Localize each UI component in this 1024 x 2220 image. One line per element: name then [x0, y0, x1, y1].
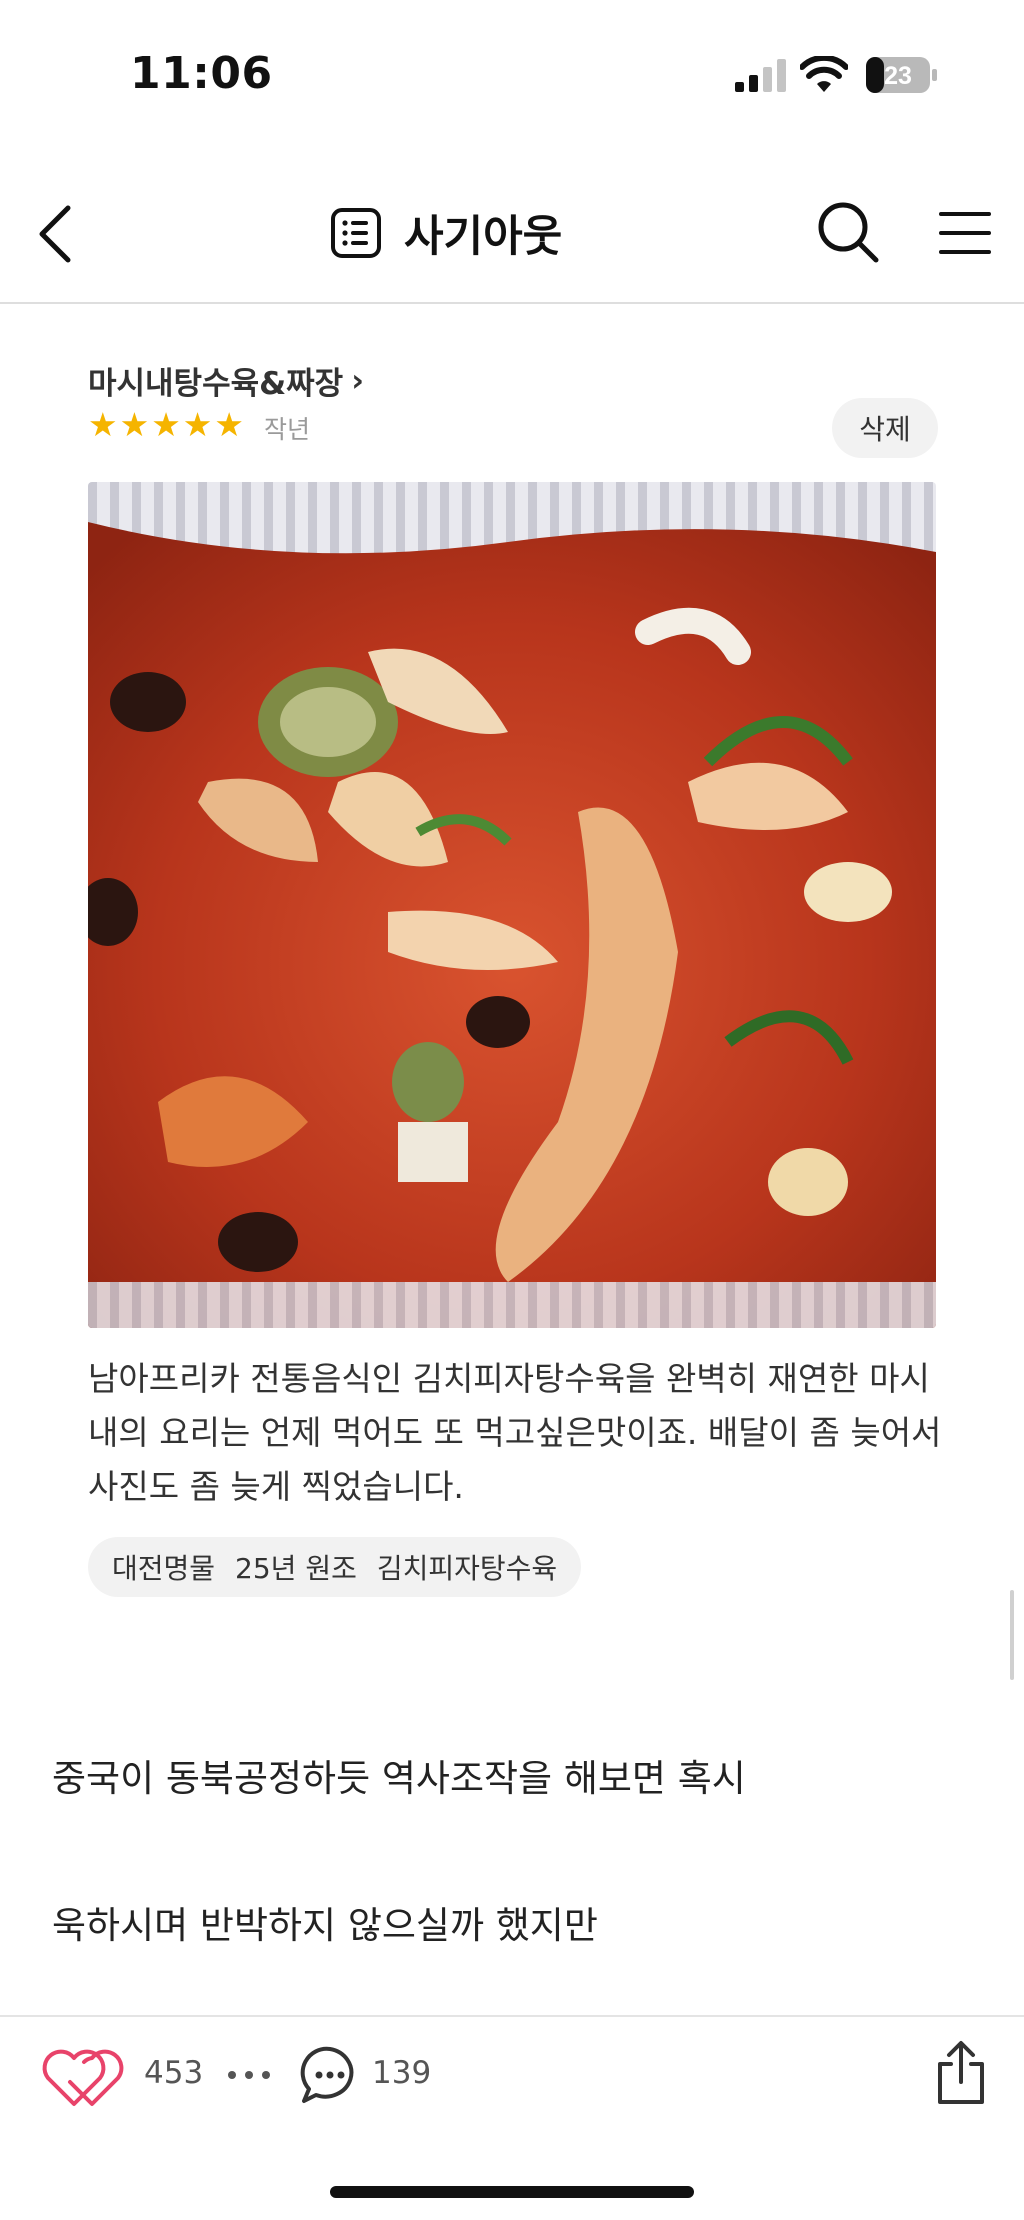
- nav-divider: [0, 302, 1024, 304]
- like-count: 453: [144, 2055, 204, 2091]
- star-icon: ★: [151, 405, 181, 444]
- food-photo[interactable]: [88, 482, 936, 1328]
- star-icon: ★: [119, 405, 150, 444]
- chevron-right-icon: ›: [351, 362, 364, 399]
- tag-item: 김치피자탕수육: [376, 1552, 558, 1585]
- comment-icon[interactable]: [300, 2045, 360, 2105]
- share-icon[interactable]: [934, 2040, 988, 2106]
- menu-tags[interactable]: 대전명물 25년 원조 김치피자탕수육: [88, 1537, 582, 1597]
- more-dots-icon[interactable]: [224, 2050, 274, 2100]
- status-time: 11:06: [130, 48, 273, 99]
- star-rating: ★ ★ ★ ★ ★: [88, 408, 244, 441]
- list-icon: [331, 208, 381, 258]
- wifi-icon: [800, 56, 848, 92]
- nav-title-group[interactable]: 사기아웃: [330, 200, 562, 266]
- review-text: 남아프리카 전통음식인 김치피자탕수육을 완벽히 재연한 마시내의 요리는 언제…: [88, 1359, 942, 1506]
- star-icon: ★: [214, 405, 244, 444]
- status-bar: 11:06 23: [0, 0, 1024, 150]
- tag-item: 25년 원조: [235, 1552, 357, 1585]
- battery-level: 23: [884, 62, 912, 90]
- star-icon: ★: [88, 405, 118, 444]
- post-text-line: 욱하시며 반박하지 않으실까 했지만: [52, 1904, 598, 1947]
- back-arrow-icon[interactable]: [28, 194, 88, 274]
- page-title: 사기아웃: [404, 212, 563, 262]
- comment-count: 139: [372, 2055, 432, 2091]
- app-screen: 11:06 23 사기아웃 마시내탕수육&짜장 › ★ ★ ★ ★ ★ 작년 삭…: [0, 0, 1024, 2220]
- star-icon: ★: [182, 405, 213, 444]
- nav-bar: 사기아웃: [0, 170, 1024, 300]
- battery-icon: 23: [866, 57, 937, 93]
- post-text-line: 중국이 동북공정하듯 역사조작을 해보면 혹시: [52, 1757, 746, 1800]
- store-name-link[interactable]: 마시내탕수육&짜장 ›: [88, 358, 364, 403]
- store-name: 마시내탕수육&짜장: [88, 366, 344, 402]
- heart-icon[interactable]: [40, 2046, 124, 2110]
- delete-button[interactable]: 삭제: [832, 398, 938, 458]
- tag-item: 대전명물: [112, 1552, 216, 1585]
- review-date: 작년: [264, 415, 311, 444]
- menu-icon[interactable]: [935, 200, 995, 266]
- signal-icon: [735, 59, 786, 92]
- scrollbar[interactable]: [1010, 1590, 1014, 1680]
- home-indicator[interactable]: [330, 2186, 694, 2198]
- bottom-divider: [0, 2015, 1024, 2017]
- search-icon[interactable]: [812, 196, 884, 268]
